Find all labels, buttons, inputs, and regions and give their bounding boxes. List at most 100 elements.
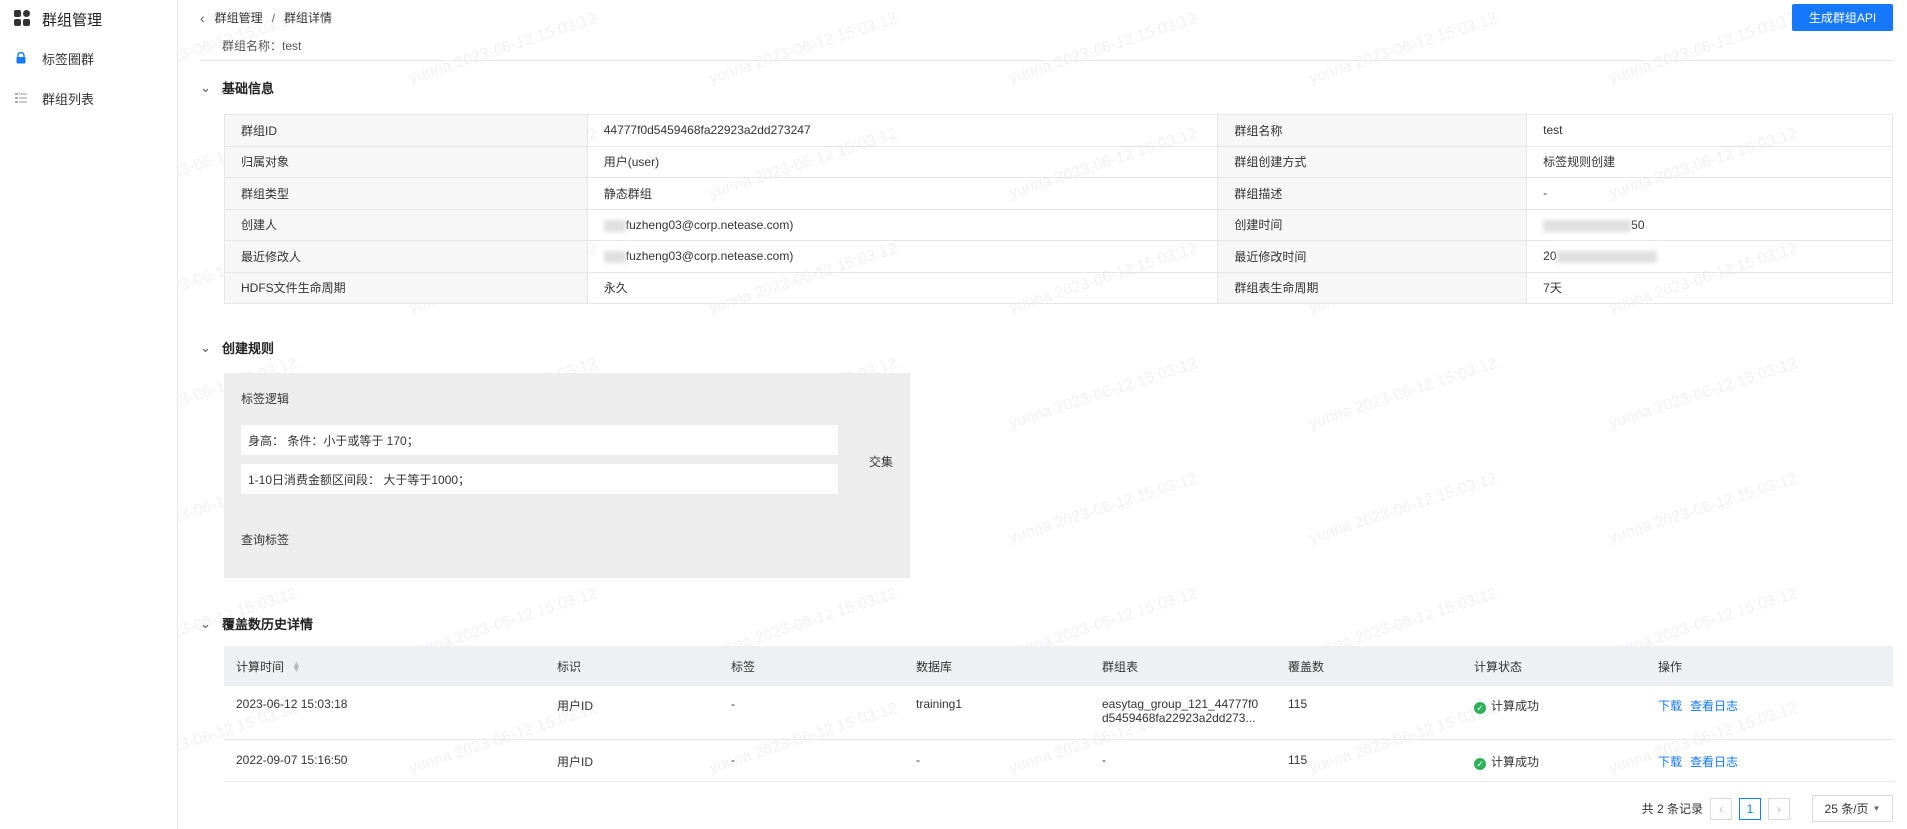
check-circle-icon: ✓ <box>1474 702 1486 714</box>
chevron-down-icon[interactable]: ⌄ <box>200 616 212 632</box>
chevron-down-icon[interactable]: ⌄ <box>200 80 212 96</box>
section-basic-info: ⌄ 基础信息 <box>200 78 274 97</box>
table-row: HDFS文件生命周期 永久 群组表生命周期 7天 <box>224 271 1893 304</box>
create-time-value: 50 <box>1631 217 1645 232</box>
sidebar-item-tag-circle[interactable]: 标签圈群 <box>0 38 177 78</box>
download-link[interactable]: 下载 <box>1658 755 1682 769</box>
column-header-status: 计算状态 <box>1474 659 1523 674</box>
app-title-text: 群组管理 <box>42 11 103 29</box>
redacted-text <box>1556 251 1657 264</box>
chevron-down-icon[interactable]: ⌄ <box>200 340 212 356</box>
label-cell: 群组类型 <box>224 177 588 210</box>
label-cell: HDFS文件生命周期 <box>224 271 588 304</box>
cell-db: - <box>916 753 920 767</box>
next-page-button[interactable]: › <box>1768 797 1790 820</box>
label-cell: 归属对象 <box>224 145 588 178</box>
value-cell: test <box>1526 114 1893 147</box>
pagination: 共 2 条记录 ‹ 1 › 25 条/页 ▼ <box>1642 795 1893 822</box>
value-cell: fuzheng03@corp.netease.com) <box>586 208 1219 241</box>
redacted-text <box>603 251 626 264</box>
cell-tag: - <box>731 697 735 711</box>
app-logo-icon <box>14 10 32 28</box>
breadcrumb-item-group-detail: 群组详情 <box>284 11 333 25</box>
chevron-left-icon[interactable]: ‹ <box>200 10 205 26</box>
table-row: 群组类型 静态群组 群组描述 - <box>224 177 1893 210</box>
column-header-count: 覆盖数 <box>1288 659 1325 674</box>
view-log-link[interactable]: 查看日志 <box>1690 755 1738 769</box>
list-icon <box>14 91 28 105</box>
cell-actions: 下载 查看日志 <box>1646 697 1893 739</box>
column-header-time[interactable]: 计算时间 ▲ ▼ <box>224 658 545 675</box>
column-header-tag: 标签 <box>731 659 756 674</box>
cell-time: 2022-09-07 15:16:50 <box>236 753 348 767</box>
sidebar-item-label: 标签圈群 <box>42 51 95 67</box>
cell-table: easytag_group_121_44777f0 d5459468fa2292… <box>1090 697 1276 739</box>
section-create-rules: ⌄ 创建规则 <box>200 338 274 357</box>
history-table: 计算时间 ▲ ▼ 标识 标签 数据库 群组表 覆盖数 计算状态 操作 2023-06… <box>224 646 1893 782</box>
sidebar: 群组管理 标签圈群 群组列表 <box>0 0 178 829</box>
column-header-id: 标识 <box>557 659 582 674</box>
cell-time: 2023-06-12 15:03:18 <box>236 697 348 711</box>
cell-id: 用户ID <box>557 699 594 713</box>
breadcrumb: ‹ 群组管理 / 群组详情 <box>200 9 332 26</box>
cell-count: 115 <box>1288 697 1308 711</box>
value-cell: 用户(user) <box>586 145 1219 178</box>
label-cell: 最近修改时间 <box>1217 240 1528 273</box>
creator-email: fuzheng03@corp.netease.com) <box>625 217 794 232</box>
cell-id: 用户ID <box>557 755 594 769</box>
table-row: 归属对象 用户(user) 群组创建方式 标签规则创建 <box>224 145 1893 178</box>
value-cell: 7天 <box>1526 271 1893 304</box>
cell-status: ✓ 计算成功 <box>1462 697 1646 739</box>
basic-info-table: 群组ID 44777f0d5459468fa22923a2dd273247 群组… <box>224 114 1893 304</box>
value-cell: 44777f0d5459468fa22923a2dd273247 <box>586 114 1219 147</box>
page-number-button[interactable]: 1 <box>1739 797 1761 820</box>
logic-intersect[interactable]: 交集 <box>869 453 893 470</box>
group-name-text: 群组名称：test <box>222 39 302 53</box>
breadcrumb-item-group-manage[interactable]: 群组管理 <box>215 9 263 26</box>
table-name-line: d5459468fa22923a2dd273... <box>1102 711 1256 725</box>
prev-page-button[interactable]: ‹ <box>1710 797 1732 820</box>
rule-item: 身高： 条件：小于或等于 170； <box>241 425 838 455</box>
value-cell: - <box>1526 177 1893 210</box>
download-link[interactable]: 下载 <box>1658 699 1682 713</box>
table-row: 2022-09-07 15:16:50 用户ID - - - 115 ✓ 计算成功… <box>224 740 1893 782</box>
cell-status: ✓ 计算成功 <box>1462 753 1646 781</box>
cell-db: training1 <box>916 697 963 711</box>
value-cell: 20 <box>1526 240 1893 273</box>
tag-logic-title: 标签逻辑 <box>241 392 290 406</box>
table-row: 2023-06-12 15:03:18 用户ID - training1 eas… <box>224 686 1893 740</box>
label-cell: 群组创建方式 <box>1217 145 1528 178</box>
cell-actions: 下载 查看日志 <box>1646 753 1893 781</box>
table-row: 群组ID 44777f0d5459468fa22923a2dd273247 群组… <box>224 114 1893 147</box>
query-tag-link[interactable]: 查询标签 <box>241 531 289 548</box>
status-text: 计算成功 <box>1491 699 1540 713</box>
cell-table: - <box>1102 753 1106 767</box>
value-cell: 标签规则创建 <box>1526 145 1893 178</box>
column-header-table: 群组表 <box>1102 659 1139 674</box>
section-title: 创建规则 <box>222 341 275 356</box>
modifier-email: fuzheng03@corp.netease.com) <box>625 249 794 264</box>
value-cell: 50 <box>1526 208 1893 241</box>
page-size-select[interactable]: 25 条/页 ▼ <box>1812 795 1893 822</box>
generate-api-button[interactable]: 生成群组API <box>1792 4 1893 31</box>
table-header: 计算时间 ▲ ▼ 标识 标签 数据库 群组表 覆盖数 计算状态 操作 <box>224 646 1893 686</box>
view-log-link[interactable]: 查看日志 <box>1690 699 1738 713</box>
page-header: ‹ 群组管理 / 群组详情 群组名称：test 生成群组API <box>200 0 1893 61</box>
section-title: 基础信息 <box>222 81 275 96</box>
table-row: 最近修改人 fuzheng03@corp.netease.com) 最近修改时间… <box>224 240 1893 273</box>
modify-time-value: 20 <box>1543 249 1557 264</box>
table-name-line: easytag_group_121_44777f0 <box>1102 697 1259 711</box>
sidebar-item-group-list[interactable]: 群组列表 <box>0 78 177 118</box>
lock-icon <box>14 51 28 65</box>
sort-icon[interactable]: ▲ ▼ <box>292 660 301 674</box>
redacted-text <box>603 219 626 232</box>
label-cell: 群组名称 <box>1217 114 1528 147</box>
value-cell: 永久 <box>586 271 1219 304</box>
status-text: 计算成功 <box>1491 755 1540 769</box>
cell-tag: - <box>731 753 735 767</box>
column-header-db: 数据库 <box>916 659 953 674</box>
label-cell: 创建人 <box>224 208 588 241</box>
value-cell: fuzheng03@corp.netease.com) <box>586 240 1219 273</box>
section-coverage-history: ⌄ 覆盖数历史详情 <box>200 614 313 633</box>
check-circle-icon: ✓ <box>1474 758 1486 770</box>
